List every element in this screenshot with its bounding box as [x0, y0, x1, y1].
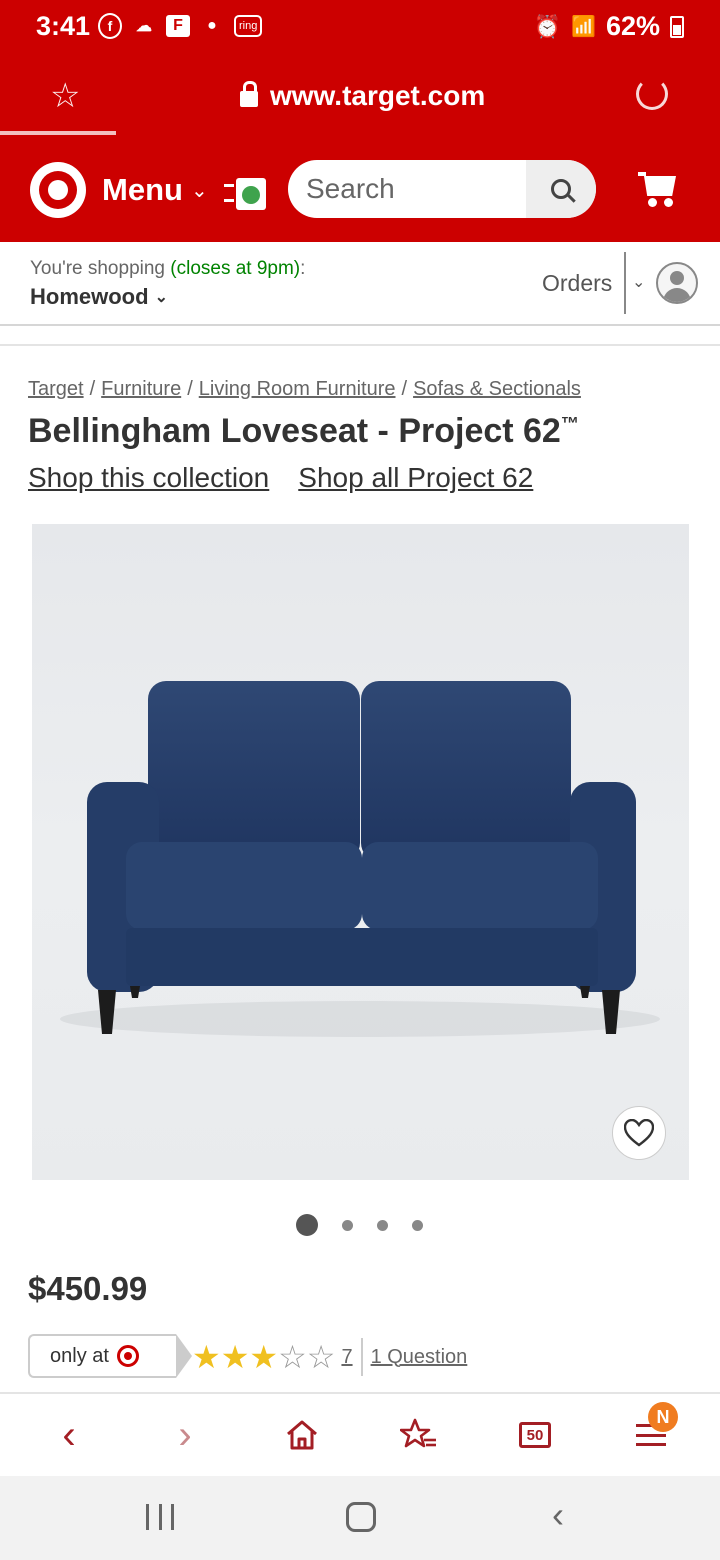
search-input[interactable] [288, 160, 524, 218]
target-bullseye-icon [116, 1345, 139, 1367]
favorite-button[interactable] [612, 1106, 666, 1160]
chevron-right-icon: › [178, 1412, 192, 1457]
shop-collection-link[interactable]: Shop this collection [28, 462, 269, 494]
tab-count: 50 [519, 1422, 551, 1448]
divider [624, 252, 626, 314]
collection-links: Shop this collection Shop all Project 62 [28, 462, 533, 494]
alarm-icon: ⏰ [533, 13, 562, 39]
store-selector[interactable]: Homewood ⌄ [30, 284, 168, 310]
heart-icon [624, 1119, 654, 1147]
breadcrumb-separator: / [187, 378, 193, 400]
image-carousel-dots [296, 1214, 423, 1236]
url-indicator [0, 131, 116, 135]
search-icon [551, 179, 571, 199]
battery-icon [670, 15, 684, 38]
product-price: $450.99 [28, 1270, 148, 1307]
breadcrumb-item-furniture[interactable]: Furniture [101, 378, 181, 400]
flipboard-icon: F [166, 15, 190, 37]
breadcrumb-item-living-room[interactable]: Living Room Furniture [199, 378, 396, 400]
carousel-dot[interactable] [377, 1219, 388, 1231]
system-back-button[interactable]: ‹ [552, 1494, 564, 1536]
facebook-icon: f [98, 13, 122, 39]
trademark-mark: ™ [560, 413, 579, 434]
store-status: You're shopping (closes at 9pm): [30, 258, 305, 280]
search-button[interactable] [526, 160, 596, 218]
star-empty-icon: ☆ [278, 1339, 307, 1375]
home-icon [287, 1420, 317, 1450]
breadcrumb: Target / Furniture / Living Room Furniture / S… [28, 378, 581, 401]
breadcrumb-separator: / [89, 378, 96, 400]
order-pickup-icon[interactable] [224, 172, 268, 214]
shop-brand-link[interactable]: Shop all Project 62 [298, 462, 533, 494]
menu-button[interactable]: Menu ⌄ [102, 172, 208, 208]
account-avatar-icon[interactable] [656, 262, 698, 304]
divider [0, 326, 720, 346]
ring-icon: ring [234, 15, 263, 37]
tabs-button[interactable]: 50 [510, 1410, 560, 1460]
page-title: Bellingham Loveseat - Project 62™ [28, 412, 579, 451]
target-logo[interactable] [30, 162, 86, 218]
only-at-label: only at [50, 1344, 109, 1367]
url-text: www.target.com [270, 80, 486, 111]
carousel-dot[interactable] [342, 1219, 353, 1231]
bookmark-star-icon[interactable]: ☆ [50, 76, 80, 116]
loveseat-illustration [60, 681, 660, 1037]
questions-link[interactable]: 1 Question [371, 1346, 468, 1369]
status-time: 3:41 [36, 11, 91, 41]
only-at-target-badge: only at [28, 1334, 192, 1378]
breadcrumb-item-sofas[interactable]: Sofas & Sectionals [413, 378, 581, 400]
product-title: Bellingham Loveseat - Project 62 [28, 412, 561, 450]
messenger-icon: ● [207, 17, 217, 34]
bookmarks-button[interactable] [394, 1410, 444, 1460]
address-field[interactable]: www.target.com [240, 80, 485, 112]
chevron-down-icon[interactable]: ⌄ [632, 272, 645, 292]
store-suffix: : [300, 258, 306, 279]
store-bar: You're shopping (closes at 9pm): Homewoo… [0, 242, 720, 326]
notification-badge: N [648, 1402, 678, 1432]
cloud-icon: ☁ [136, 18, 152, 35]
forward-button[interactable]: › [160, 1410, 210, 1460]
store-hours: (closes at 9pm) [170, 258, 301, 279]
browser-url-bar: ☆ www.target.com [0, 56, 720, 136]
back-button[interactable]: ‹ [44, 1410, 94, 1460]
breadcrumb-item-target[interactable]: Target [28, 378, 84, 400]
star-filled-icon: ★ [192, 1339, 221, 1375]
recent-apps-button[interactable] [146, 1504, 174, 1530]
site-header: Menu ⌄ [0, 136, 720, 242]
browser-bottom-nav: ‹ › 50 [0, 1392, 720, 1476]
star-rating[interactable]: ★ ★ ★ ☆ ☆ [192, 1339, 335, 1375]
review-count-link[interactable]: 7 [341, 1346, 352, 1369]
chevron-down-icon: ⌄ [154, 289, 168, 306]
system-status: ⏰ 📶 62% [534, 11, 684, 42]
star-filled-icon: ★ [249, 1339, 279, 1375]
rating-row: ★ ★ ★ ☆ ☆ 7 1 Question [192, 1338, 467, 1376]
bookmarks-star-icon [400, 1418, 436, 1448]
carousel-dot[interactable] [412, 1219, 423, 1231]
system-home-button[interactable] [346, 1502, 376, 1532]
store-prefix: You're shopping [30, 258, 171, 279]
divider [360, 1338, 363, 1376]
search-box [288, 160, 596, 218]
star-filled-icon: ★ [220, 1339, 250, 1375]
status-bar: 3:41 f ☁ F ● ring ··· ⏰ 📶 62% [0, 0, 720, 1252]
chevron-left-icon: ‹ [62, 1412, 76, 1457]
wifi-icon: 📶 [571, 16, 596, 38]
home-button[interactable] [277, 1410, 327, 1460]
system-nav-bar: ‹ [0, 1476, 720, 1560]
chevron-down-icon: ⌄ [190, 179, 208, 202]
lock-icon [240, 81, 258, 107]
battery-percent: 62% [605, 11, 660, 41]
store-name: Homewood [30, 284, 149, 309]
orders-link[interactable]: Orders [542, 270, 612, 297]
breadcrumb-separator: / [401, 378, 408, 400]
cart-icon[interactable] [638, 172, 678, 208]
reload-icon[interactable] [636, 78, 668, 110]
menu-label: Menu [102, 172, 183, 207]
carousel-dot[interactable] [296, 1214, 318, 1236]
notification-icons: f ☁ F ● ring ··· [98, 13, 420, 1252]
star-empty-icon: ☆ [306, 1339, 336, 1375]
product-image[interactable] [32, 524, 689, 1180]
